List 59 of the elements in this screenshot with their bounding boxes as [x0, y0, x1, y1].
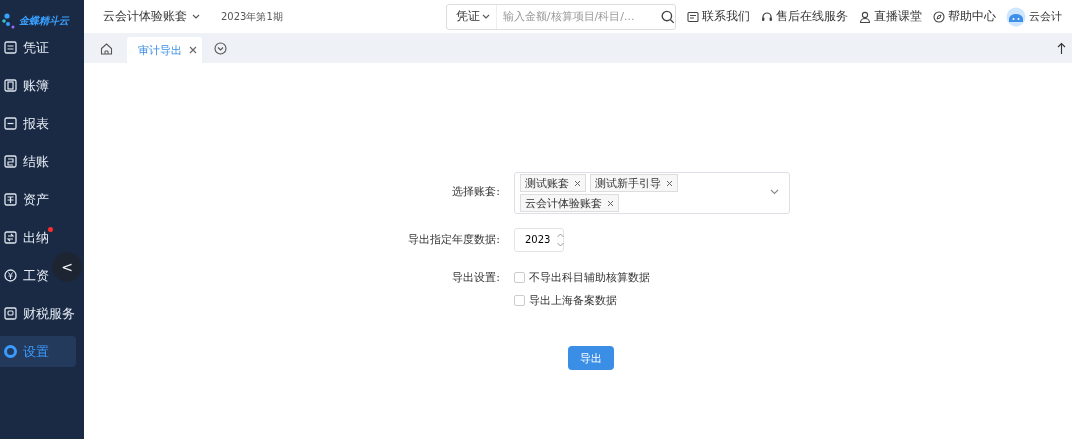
- header-link[interactable]: 联系我们: [686, 8, 750, 25]
- ledger-icon: [4, 79, 17, 92]
- account-set-selector[interactable]: 云会计体验账套: [103, 8, 200, 25]
- collapse-button[interactable]: <: [52, 252, 82, 282]
- tag[interactable]: 云会计体验账套: [520, 194, 619, 212]
- nav-item[interactable]: 报表: [0, 108, 51, 139]
- settings-icon: [4, 345, 17, 358]
- service-icon: [4, 307, 17, 320]
- message-icon: [686, 10, 699, 23]
- logo-icon: [2, 13, 16, 29]
- nav-item[interactable]: 设置: [0, 336, 76, 367]
- nav-item[interactable]: 资产: [0, 184, 51, 215]
- report-icon: [4, 117, 17, 130]
- logo-text: 金蝶精斗云: [19, 14, 69, 28]
- search-field[interactable]: 凭证 输入金额/核算项目/科目/...: [445, 3, 676, 30]
- stepper-icon: [556, 231, 565, 249]
- cashier-icon: [4, 231, 17, 244]
- headset-icon: [760, 10, 773, 23]
- tag[interactable]: 测试账套: [520, 174, 586, 192]
- more-tabs-icon: [214, 41, 227, 55]
- nav-item[interactable]: 出纳: [0, 222, 51, 253]
- tab[interactable]: 审计导出: [127, 37, 202, 63]
- nav-item[interactable]: 结账: [0, 146, 51, 177]
- field-label: 导出设置:: [451, 270, 500, 286]
- header-link[interactable]: 售后在线服务: [760, 8, 848, 25]
- caret-icon: [192, 14, 200, 19]
- avatar-icon: [1005, 6, 1026, 27]
- caret-icon: [481, 14, 490, 19]
- period-label: 2023年第1期: [221, 9, 283, 24]
- search-icon: [661, 9, 675, 24]
- search-type-dropdown[interactable]: 凭证: [446, 4, 497, 29]
- chevron-down-icon: [770, 189, 779, 195]
- checkbox[interactable]: [514, 272, 525, 283]
- checkbox-label[interactable]: 导出上海备案数据: [529, 293, 617, 308]
- close-icon: [607, 199, 614, 207]
- nav-item[interactable]: 凭证: [0, 32, 51, 63]
- compass-icon: [932, 10, 945, 23]
- nav-item[interactable]: 财税服务: [0, 298, 77, 329]
- close-icon: [666, 179, 673, 187]
- year-input[interactable]: 2023: [514, 228, 564, 252]
- header-link[interactable]: 帮助中心: [932, 8, 996, 25]
- up-arrow-icon: [1057, 42, 1066, 54]
- person-icon: [858, 10, 871, 23]
- salary-icon: [4, 269, 17, 282]
- home-icon: [100, 41, 113, 55]
- tag[interactable]: 测试新手引导: [590, 174, 678, 192]
- field-label: 选择账套:: [451, 184, 500, 200]
- multi-select-field[interactable]: 测试账套 测试新手引导 云会计体验账套: [514, 172, 790, 214]
- field-label: 导出指定年度数据:: [407, 232, 500, 248]
- header-link[interactable]: 直播课堂: [858, 8, 922, 25]
- close-icon: [574, 179, 581, 187]
- user-name[interactable]: 云会计: [1028, 9, 1062, 24]
- checkbox-label[interactable]: 不导出科目辅助核算数据: [529, 270, 650, 285]
- nav-item[interactable]: 工资: [0, 260, 51, 291]
- voucher-icon: [4, 41, 17, 54]
- closing-icon: [4, 155, 17, 168]
- nav-item[interactable]: 账簿: [0, 70, 51, 101]
- checkbox[interactable]: [514, 295, 525, 306]
- asset-icon: [4, 193, 17, 206]
